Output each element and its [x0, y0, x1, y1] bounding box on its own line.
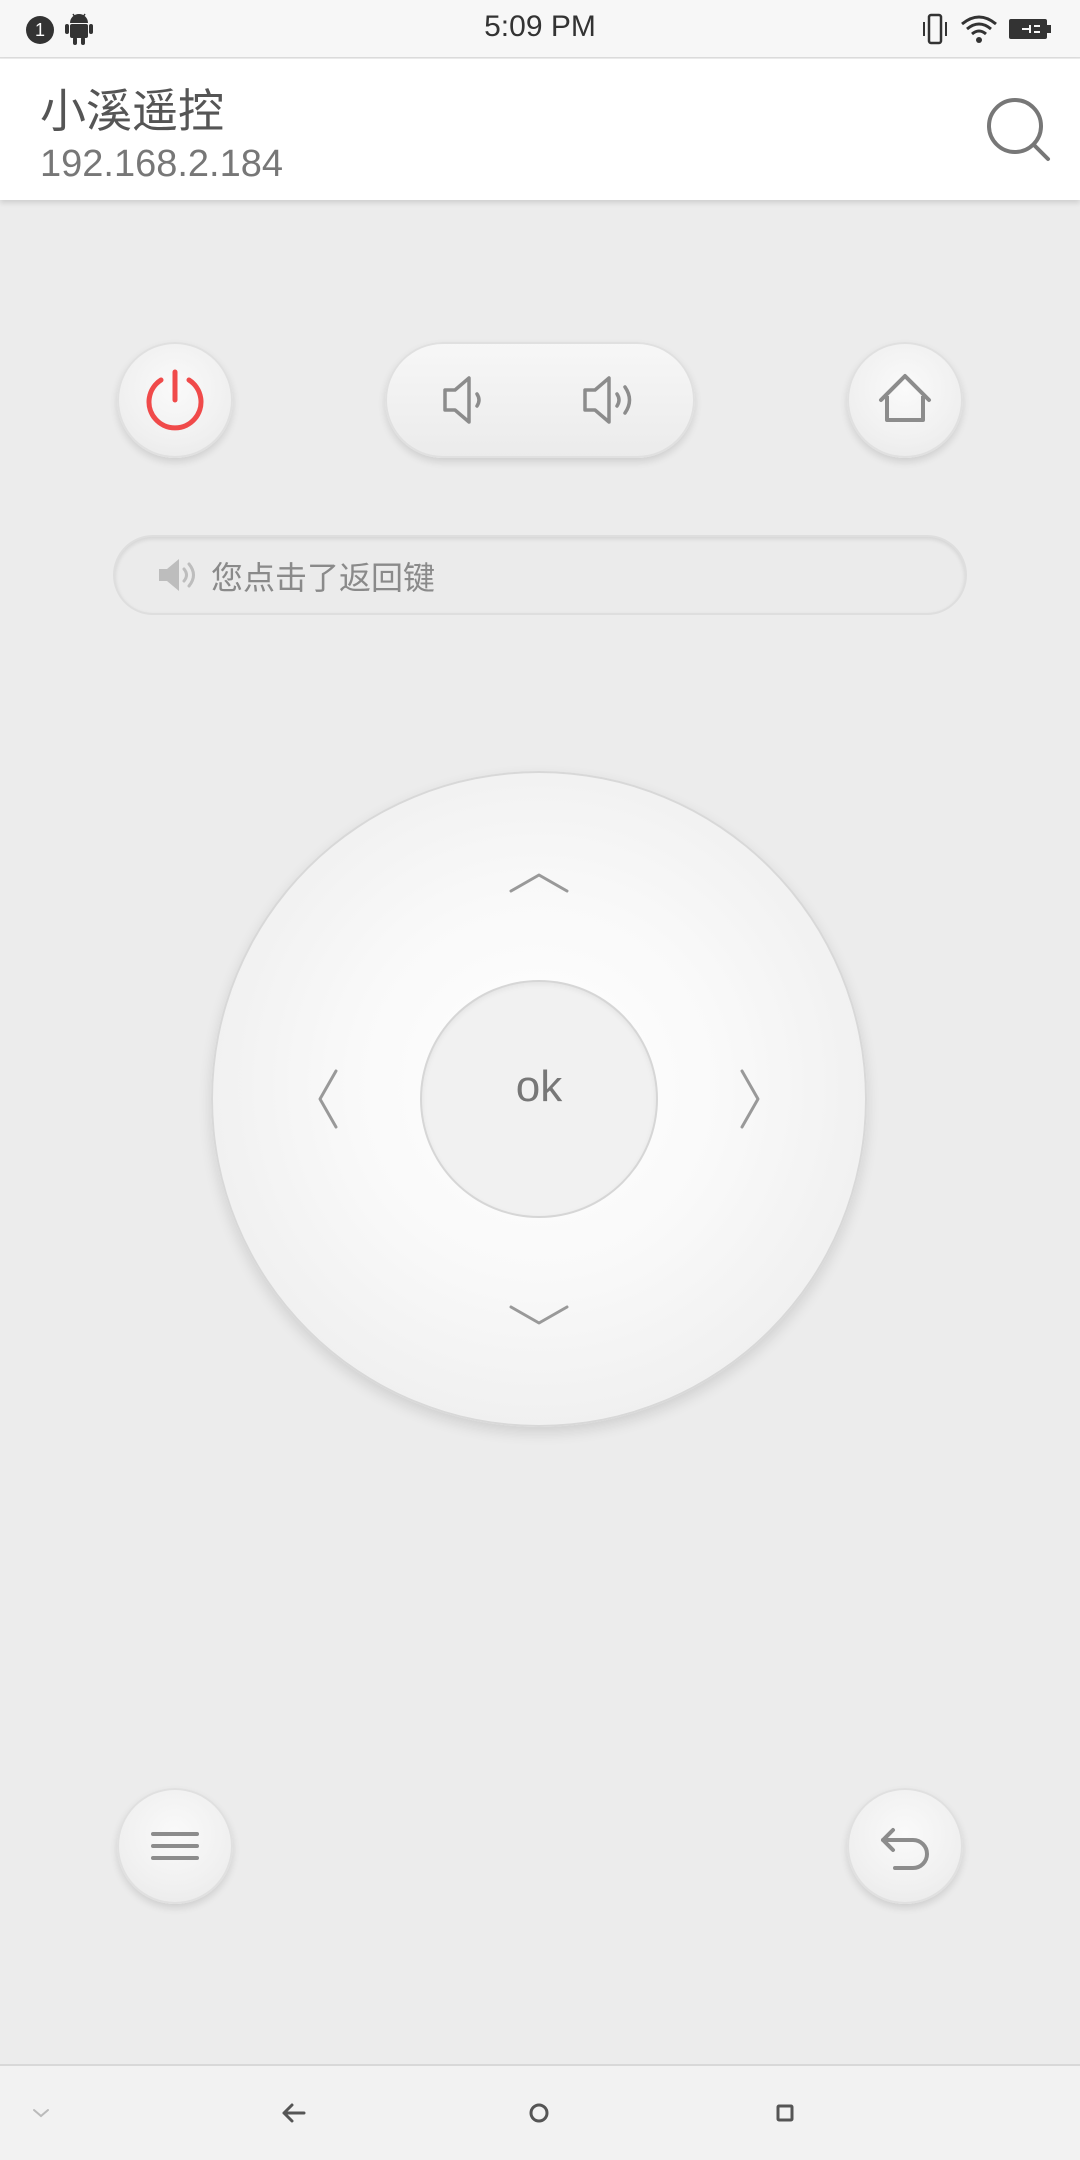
- status-time: 5:09 PM: [484, 10, 596, 43]
- vibrate-icon: [923, 13, 947, 45]
- status-message-text: 您点击了返回键: [211, 559, 436, 597]
- chevron-left-icon: [318, 1069, 338, 1129]
- dpad-right-button[interactable]: [722, 1049, 782, 1149]
- dpad-down-button[interactable]: [489, 1287, 589, 1347]
- recents-square-icon: [776, 2104, 794, 2122]
- home-button[interactable]: [847, 342, 963, 458]
- search-icon: [987, 98, 1050, 161]
- menu-button[interactable]: [117, 1788, 233, 1904]
- app-title: 小溪遥控: [40, 84, 224, 138]
- menu-icon: [151, 1832, 199, 1860]
- chevron-up-icon: [509, 873, 569, 893]
- app-header: 小溪遥控 192.168.2.184: [0, 59, 1080, 200]
- power-button[interactable]: [117, 342, 233, 458]
- dpad: ok: [211, 771, 867, 1427]
- nav-back-button[interactable]: [266, 2086, 320, 2140]
- system-nav-bar: [0, 2066, 1080, 2160]
- hide-keyboard-button[interactable]: [14, 2086, 68, 2140]
- status-bar: 1 5:09 PM: [0, 0, 1080, 58]
- dpad-left-button[interactable]: [296, 1049, 356, 1149]
- search-button[interactable]: [984, 95, 1054, 165]
- home-circle-icon: [529, 2103, 549, 2123]
- volume-down-button[interactable]: [405, 342, 525, 458]
- ok-button[interactable]: ok: [422, 982, 656, 1216]
- device-ip: 192.168.2.184: [40, 143, 284, 185]
- chevron-down-icon: [509, 1305, 569, 1325]
- power-icon: [146, 369, 204, 431]
- back-button[interactable]: [847, 1788, 963, 1904]
- ok-label: ok: [515, 1062, 563, 1111]
- volume-up-icon: [583, 376, 632, 424]
- nav-recents-button[interactable]: [758, 2086, 812, 2140]
- speaker-icon: [159, 559, 195, 591]
- volume-up-button[interactable]: [555, 342, 675, 458]
- battery-charging-icon: [1009, 19, 1051, 39]
- back-icon: [881, 1828, 929, 1870]
- status-message-bar: 您点击了返回键: [115, 537, 965, 613]
- hide-keyboard-icon: [33, 2109, 49, 2118]
- dpad-up-button[interactable]: [489, 851, 589, 911]
- wifi-icon: [961, 15, 997, 43]
- volume-down-icon: [443, 376, 481, 424]
- chevron-right-icon: [740, 1069, 760, 1129]
- volume-control: [385, 342, 695, 458]
- nav-home-button[interactable]: [512, 2086, 566, 2140]
- back-arrow-icon: [282, 2103, 306, 2123]
- home-icon: [879, 374, 931, 422]
